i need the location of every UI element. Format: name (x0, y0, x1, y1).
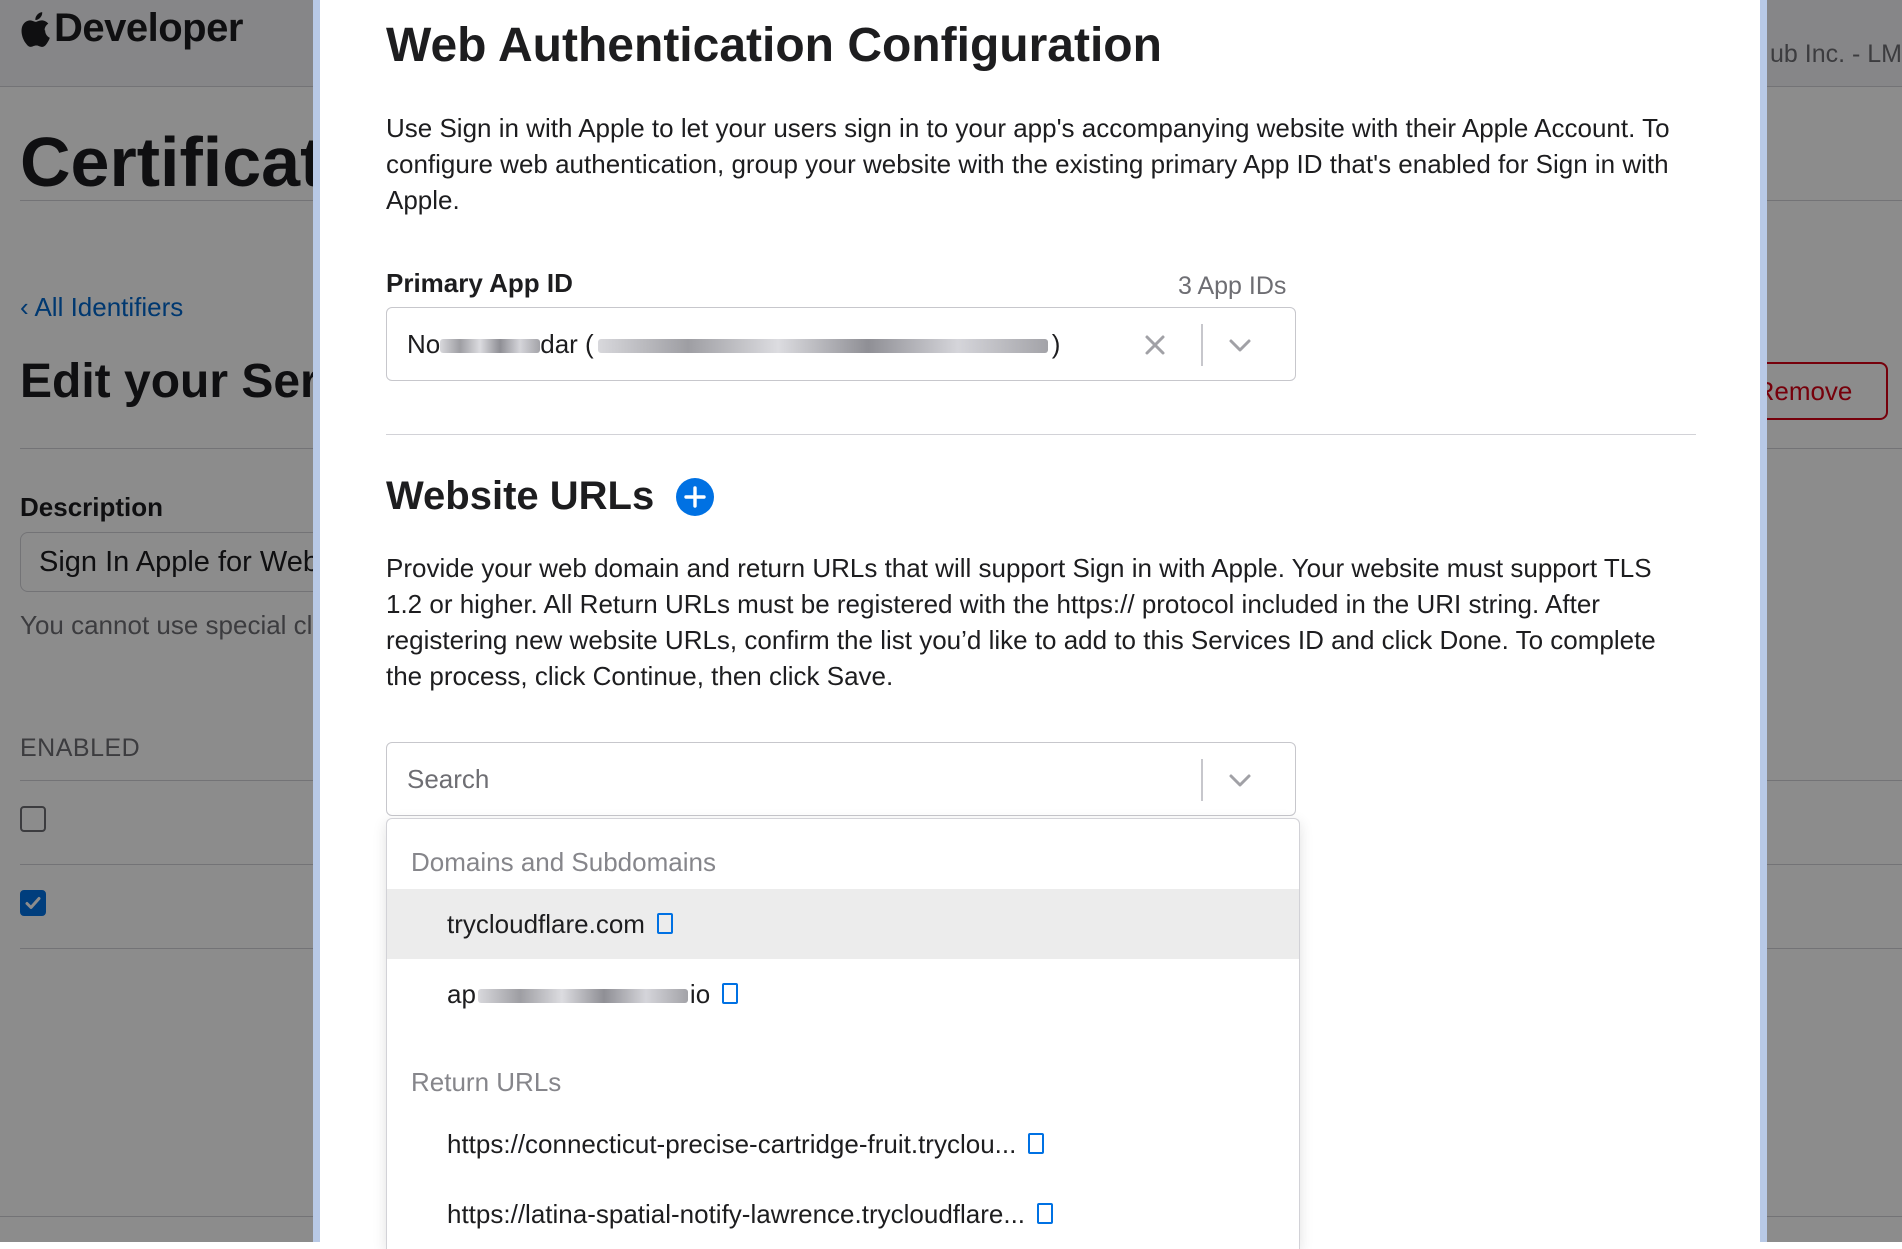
app-id-count: 3 App IDs (1178, 272, 1287, 300)
website-url-search-select[interactable]: Search (386, 742, 1296, 816)
select-separator (1201, 759, 1203, 801)
select-separator (1201, 324, 1203, 366)
dropdown-option-domain[interactable]: ap io (387, 959, 1299, 1029)
dropdown-option-return-url[interactable]: https://connecticut-precise-cartridge-fr… (387, 1109, 1299, 1179)
external-link-icon (1037, 1202, 1054, 1224)
external-link-icon (722, 982, 739, 1004)
section-divider (386, 434, 1696, 435)
primary-app-id-value: No dar () (407, 329, 1061, 359)
dropdown-option-return-url[interactable]: https://latina-spatial-notify-lawrence.t… (387, 1179, 1299, 1249)
group-header-return-urls: Return URLs (411, 1067, 562, 1097)
add-website-url-button[interactable] (676, 478, 714, 516)
redacted-text (597, 339, 1048, 354)
clear-icon[interactable] (1141, 331, 1169, 359)
group-header-domains: Domains and Subdomains (411, 847, 716, 877)
external-link-icon (656, 912, 673, 934)
option-label: trycloudflare.com (447, 909, 645, 939)
modal-title: Web Authentication Configuration (386, 19, 1162, 72)
chevron-down-icon[interactable] (1227, 334, 1253, 356)
redacted-text (477, 989, 688, 1004)
website-url-dropdown-menu: Domains and Subdomains trycloudflare.com… (386, 818, 1300, 1249)
primary-app-id-label: Primary App ID (386, 268, 573, 298)
dropdown-option-domain[interactable]: trycloudflare.com (387, 889, 1299, 959)
web-auth-config-modal: Web Authentication Configuration Use Sig… (320, 0, 1760, 1249)
redacted-text (440, 339, 541, 354)
chevron-down-icon[interactable] (1227, 769, 1253, 791)
plus-icon (684, 486, 706, 508)
primary-app-id-select[interactable]: No dar () (386, 307, 1296, 381)
option-label-end: io (689, 979, 711, 1009)
website-urls-instructions: Provide your web domain and return URLs … (386, 553, 1656, 691)
option-label-start: ap (447, 979, 476, 1009)
search-input[interactable]: Search (407, 743, 489, 815)
modal-intro-text: Use Sign in with Apple to let your users… (386, 113, 1670, 215)
option-label: https://latina-spatial-notify-lawrence.t… (447, 1199, 1026, 1229)
option-label: https://connecticut-precise-cartridge-fr… (447, 1129, 1017, 1159)
external-link-icon (1028, 1132, 1045, 1154)
website-urls-title: Website URLs (386, 474, 655, 518)
